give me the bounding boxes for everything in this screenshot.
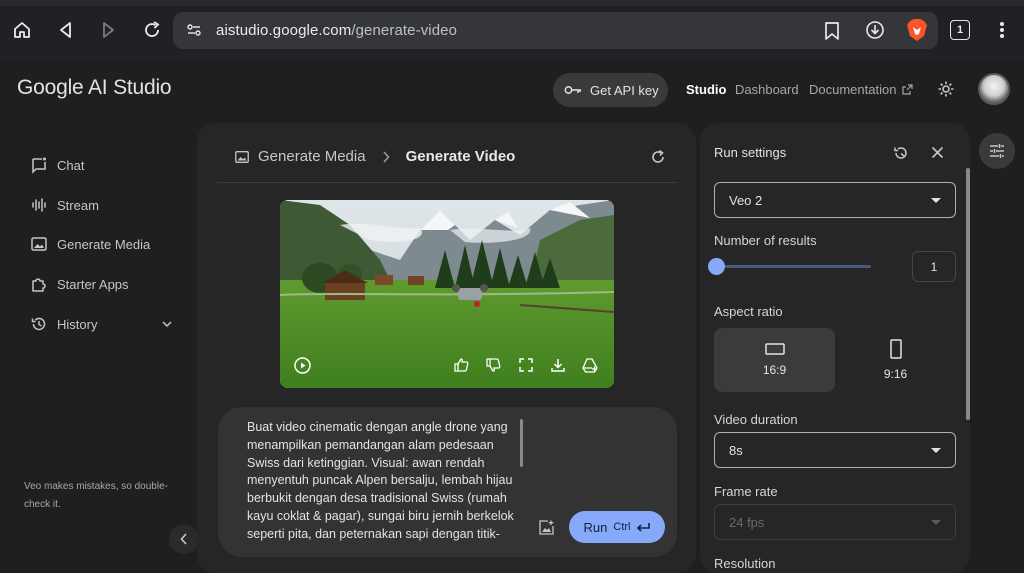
sidebar-item-starter-apps[interactable]: Starter Apps (30, 275, 129, 293)
fullscreen-icon[interactable] (516, 355, 536, 375)
bookmark-icon[interactable] (823, 21, 841, 46)
chevron-left-icon (180, 533, 187, 545)
reset-settings-icon[interactable] (893, 145, 909, 166)
enter-key-icon (637, 523, 651, 532)
close-icon[interactable] (931, 146, 944, 164)
aspect-ratio-label: Aspect ratio (714, 304, 783, 319)
settings-scrollbar[interactable] (966, 168, 970, 420)
num-results-input[interactable]: 1 (912, 251, 956, 282)
collapse-sidebar-button[interactable] (169, 524, 199, 554)
browser-toolbar: aistudio.google.com/generate-video 1 (0, 0, 1024, 60)
refresh-icon[interactable] (650, 149, 666, 170)
sidebar-item-label: Stream (57, 197, 99, 213)
tab-strip (0, 0, 1024, 6)
thumbs-down-icon[interactable] (483, 355, 503, 375)
chevron-down-icon (162, 321, 172, 328)
run-settings-panel: Run settings Veo 2 Number of results 1 A… (700, 123, 970, 573)
sidebar-item-stream[interactable]: Stream (30, 196, 99, 214)
brave-lion-icon[interactable] (906, 18, 928, 47)
history-icon (31, 317, 46, 331)
landscape-icon (764, 343, 785, 355)
nav-dashboard[interactable]: Dashboard (735, 82, 799, 97)
chat-icon (32, 157, 46, 174)
image-icon (31, 237, 47, 251)
aspect-option-16-9[interactable]: 16:9 (714, 328, 835, 392)
stream-icon (32, 198, 46, 212)
run-button[interactable]: Run Ctrl (569, 511, 665, 543)
download-icon[interactable] (548, 355, 568, 375)
get-api-key-label: Get API key (590, 82, 659, 98)
chevron-right-icon (382, 150, 390, 163)
aspect-option-label: 16:9 (762, 363, 787, 377)
tab-count: 1 (950, 20, 970, 40)
frame-rate-label: Frame rate (714, 484, 778, 499)
prompt-text[interactable]: Buat video cinematic dengan angle drone … (247, 419, 522, 545)
frame-rate-select: 24 fps (714, 504, 956, 540)
generated-video[interactable] (280, 200, 614, 388)
menu-kebab-icon[interactable] (990, 18, 1014, 42)
add-media-icon[interactable] (539, 520, 554, 540)
sidebar-item-generate-media[interactable]: Generate Media (30, 235, 150, 253)
run-settings-title: Run settings (714, 145, 787, 160)
key-icon (564, 86, 581, 94)
disclaimer-text: Veo makes mistakes, so double-check it. (24, 481, 168, 510)
reload-icon[interactable] (140, 18, 164, 42)
get-api-key-button[interactable]: Get API key (553, 73, 668, 107)
frame-rate-value: 24 fps (729, 514, 765, 530)
sidebar-item-label: Generate Media (57, 236, 151, 252)
main-panel: Generate Media Generate Video Buat video… (197, 123, 696, 573)
url-text: aistudio.google.com/generate-video (216, 22, 458, 39)
model-value: Veo 2 (729, 192, 763, 208)
avatar[interactable] (978, 73, 1010, 105)
breadcrumb-current: Generate Video (405, 148, 516, 165)
nav-documentation-label: Documentation (809, 82, 897, 97)
sidebar-item-label: History (57, 316, 98, 332)
video-duration-value: 8s (729, 442, 743, 458)
breadcrumb-parent[interactable]: Generate Media (258, 148, 366, 165)
play-icon[interactable] (292, 355, 312, 375)
num-results-label: Number of results (714, 233, 817, 248)
settings-gear-icon[interactable] (937, 80, 955, 103)
breadcrumb: Generate Media Generate Video (234, 148, 515, 165)
sidebar-item-history[interactable]: History (30, 315, 172, 333)
resolution-label: Resolution (714, 556, 776, 571)
prompt-scrollbar[interactable] (520, 419, 523, 467)
run-shortcut-label: Ctrl (613, 521, 631, 533)
image-icon (235, 150, 249, 163)
puzzle-icon (32, 278, 46, 292)
sidebar-item-chat[interactable]: Chat (30, 156, 84, 174)
dropdown-caret-icon (931, 520, 941, 525)
address-bar[interactable]: aistudio.google.com/generate-video (173, 12, 938, 49)
num-results-slider-track[interactable] (716, 265, 871, 268)
site-settings-icon[interactable] (186, 22, 202, 43)
aspect-option-label: 9:16 (883, 367, 908, 381)
portrait-icon (889, 339, 902, 359)
run-label: Run (583, 519, 608, 535)
header-divider (217, 182, 678, 183)
run-settings-toggle-button[interactable] (979, 133, 1015, 169)
video-duration-label: Video duration (714, 412, 798, 427)
home-icon[interactable] (10, 18, 34, 42)
forward-icon[interactable] (96, 18, 120, 42)
nav-studio[interactable]: Studio (686, 82, 726, 97)
num-results-slider-handle[interactable] (708, 258, 725, 275)
tabs-count-icon[interactable]: 1 (948, 18, 972, 42)
nav-documentation[interactable]: Documentation (809, 82, 914, 97)
download-icon[interactable] (865, 20, 885, 45)
app-logo[interactable]: Google AI Studio (17, 76, 172, 100)
save-to-drive-icon[interactable] (580, 355, 600, 375)
tune-icon (990, 144, 1004, 158)
sidebar-item-label: Starter Apps (57, 276, 129, 292)
external-link-icon (902, 84, 914, 95)
sidebar-item-label: Chat (57, 157, 85, 173)
dropdown-caret-icon (931, 198, 941, 203)
thumbs-up-icon[interactable] (451, 355, 471, 375)
model-select[interactable]: Veo 2 (714, 182, 956, 218)
prompt-input[interactable]: Buat video cinematic dengan angle drone … (218, 407, 677, 557)
dropdown-caret-icon (931, 448, 941, 453)
video-duration-select[interactable]: 8s (714, 432, 956, 468)
aspect-option-9-16[interactable]: 9:16 (835, 328, 956, 392)
back-icon[interactable] (54, 18, 78, 42)
